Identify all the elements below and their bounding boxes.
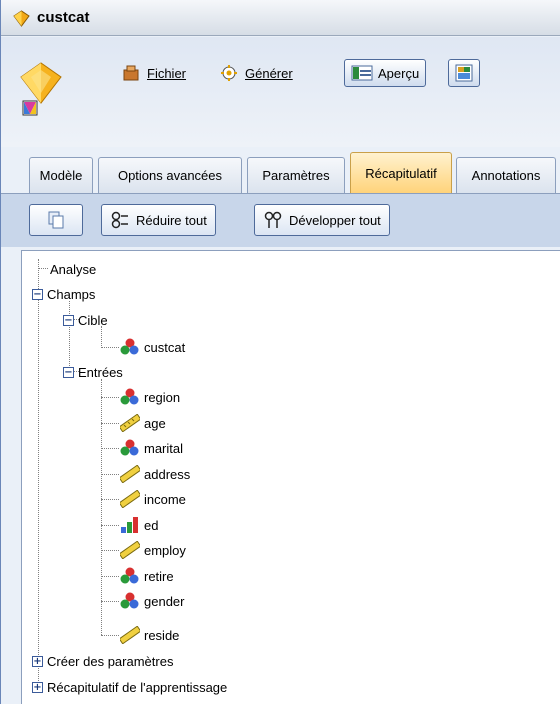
tree-line bbox=[101, 601, 119, 602]
generate-icon bbox=[221, 65, 237, 81]
collapse-all-label: Réduire tout bbox=[136, 212, 207, 228]
expand-all-button[interactable]: Développer tout bbox=[254, 204, 390, 236]
tree-line bbox=[101, 397, 119, 398]
title-bar: custcat bbox=[1, 0, 560, 36]
tree-line bbox=[101, 635, 119, 636]
expand-icon bbox=[264, 211, 282, 228]
tab-settings[interactable]: Paramètres bbox=[247, 157, 345, 193]
copy-button[interactable] bbox=[29, 204, 83, 236]
tree-node-input-field[interactable]: gender bbox=[120, 591, 184, 611]
tree-node-build-settings[interactable]: + Créer des paramètres bbox=[32, 651, 173, 671]
tree-line bbox=[101, 379, 102, 635]
copy-icon bbox=[48, 211, 64, 229]
tree-node-input-field[interactable]: marital bbox=[120, 438, 183, 458]
tab-annotations[interactable]: Annotations bbox=[456, 157, 556, 193]
expand-toggle[interactable]: + bbox=[32, 681, 43, 693]
tree-line bbox=[101, 448, 119, 449]
expand-all-label: Développer tout bbox=[289, 212, 381, 228]
expand-toggle[interactable]: + bbox=[32, 655, 43, 667]
generate-menu-label: Générer bbox=[245, 65, 293, 81]
tree-line bbox=[38, 268, 48, 269]
continuous-field-icon bbox=[120, 414, 140, 432]
tree-node-training-summary[interactable]: + Récapitulatif de l'apprentissage bbox=[32, 677, 227, 697]
collapse-icon bbox=[111, 211, 128, 229]
tree-line bbox=[101, 550, 119, 551]
tree-node-input-field[interactable]: income bbox=[120, 489, 186, 509]
tree-node-input-field[interactable]: retire bbox=[120, 566, 174, 586]
tree-node-input-field[interactable]: employ bbox=[120, 540, 186, 560]
file-menu[interactable]: Fichier bbox=[121, 60, 186, 86]
nominal-field-icon bbox=[120, 338, 139, 355]
collapse-toggle[interactable]: − bbox=[63, 314, 74, 326]
tree-line bbox=[101, 423, 119, 424]
tree-node-analysis[interactable]: Analyse bbox=[50, 259, 96, 279]
tree-node-input-field[interactable]: address bbox=[120, 464, 190, 484]
file-menu-label: Fichier bbox=[147, 65, 187, 81]
tab-strip: Modèle Options avancées Paramètres Récap… bbox=[1, 150, 560, 193]
nominal-field-icon bbox=[120, 567, 139, 584]
tree-node-inputs[interactable]: − Entrées bbox=[63, 362, 123, 382]
tree-node-input-field[interactable]: region bbox=[120, 387, 180, 407]
continuous-field-icon bbox=[120, 490, 140, 508]
export-icon bbox=[455, 64, 473, 82]
nominal-field-icon bbox=[120, 388, 139, 405]
summary-toolbar: Réduire tout Développer tout bbox=[1, 193, 560, 247]
tab-model[interactable]: Modèle bbox=[29, 157, 93, 193]
collapse-toggle[interactable]: − bbox=[32, 288, 43, 300]
collapse-toggle[interactable]: − bbox=[63, 366, 74, 378]
tree-node-input-field[interactable]: ed bbox=[120, 515, 158, 535]
tree-line bbox=[101, 474, 119, 475]
tree-line bbox=[101, 525, 119, 526]
preview-button[interactable]: Aperçu bbox=[344, 59, 427, 87]
nugget-icon bbox=[13, 10, 30, 27]
tree-node-target-field[interactable]: custcat bbox=[120, 337, 185, 357]
tab-summary[interactable]: Récapitulatif bbox=[350, 152, 452, 193]
tree-line bbox=[101, 576, 119, 577]
preview-button-label: Aperçu bbox=[378, 65, 420, 81]
preview-icon bbox=[351, 65, 373, 81]
nominal-field-icon bbox=[120, 592, 139, 609]
continuous-field-icon bbox=[120, 626, 140, 644]
ordinal-field-icon bbox=[121, 517, 138, 533]
export-button[interactable] bbox=[448, 59, 480, 87]
continuous-field-icon bbox=[120, 465, 140, 483]
tree-node-input-field[interactable]: age bbox=[120, 413, 166, 433]
model-window: custcat Fichier Générer Aperçu Modèle Op… bbox=[0, 0, 560, 704]
file-icon bbox=[123, 65, 139, 81]
tree-line bbox=[101, 499, 119, 500]
generate-menu[interactable]: Générer bbox=[219, 60, 293, 86]
collapse-all-button[interactable]: Réduire tout bbox=[101, 204, 216, 236]
toolbar: Fichier Générer Aperçu bbox=[1, 37, 560, 147]
tab-advanced-options[interactable]: Options avancées bbox=[98, 157, 242, 193]
continuous-field-icon bbox=[120, 541, 140, 559]
nominal-field-icon bbox=[120, 439, 139, 456]
tree-line bbox=[38, 259, 39, 693]
tree-node-target[interactable]: − Cible bbox=[63, 310, 108, 330]
summary-tree: Analyse − Champs − Cible custcat − Entré… bbox=[21, 250, 560, 704]
window-title: custcat bbox=[37, 9, 90, 26]
tree-line bbox=[101, 347, 119, 348]
tree-node-input-field[interactable]: reside bbox=[120, 625, 179, 645]
tree-node-fields[interactable]: − Champs bbox=[32, 284, 95, 304]
model-nugget-icon bbox=[20, 62, 62, 116]
